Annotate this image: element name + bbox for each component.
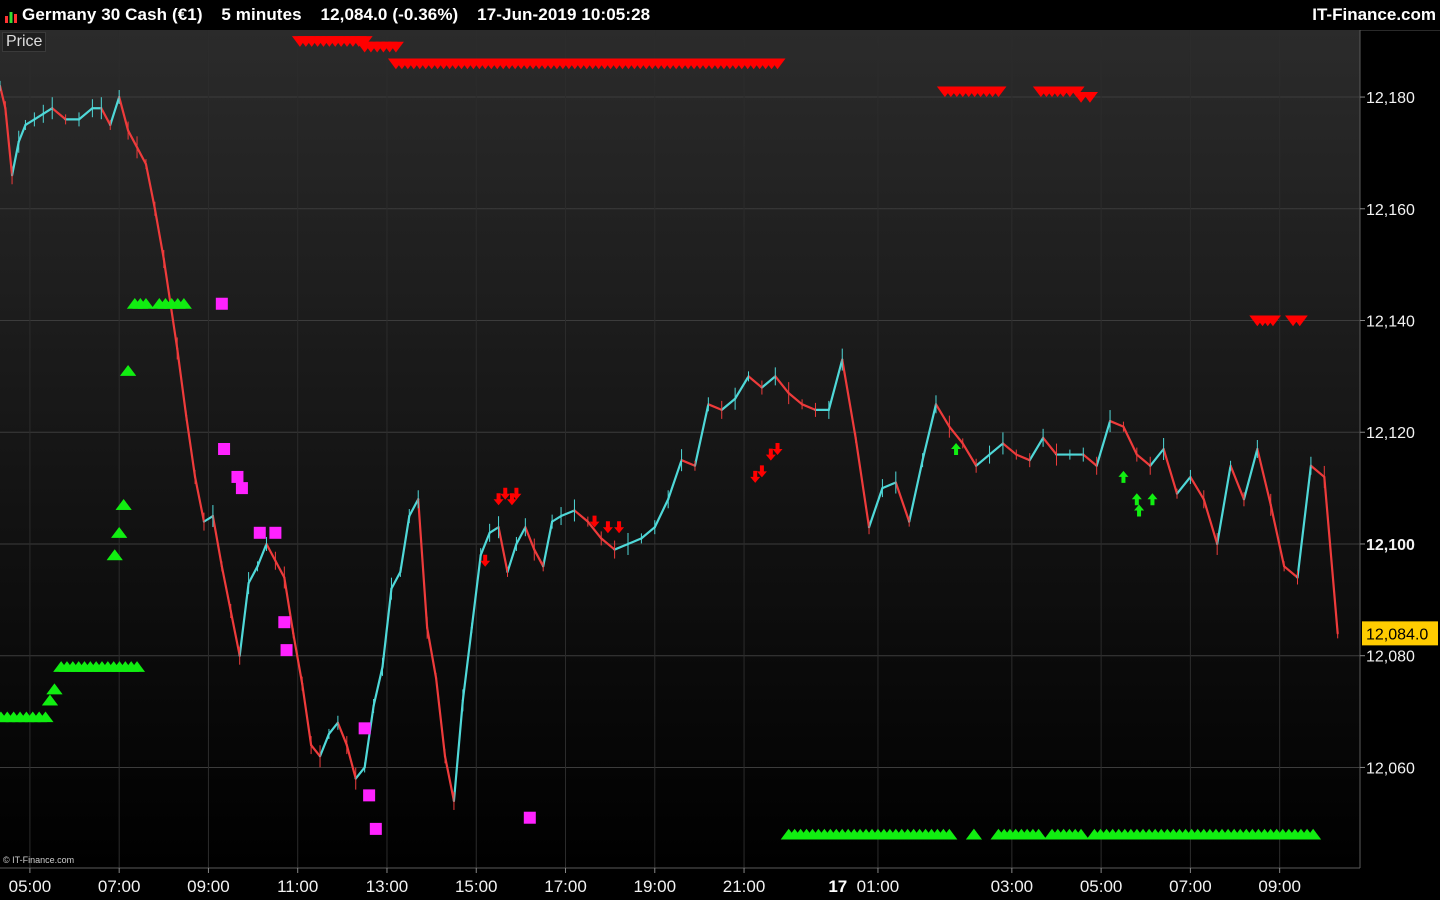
magenta-square-marker (278, 616, 291, 629)
price-change: 12,084.0 (-0.36%) (320, 5, 459, 24)
x-tick-label: 19:00 (634, 877, 677, 896)
magenta-square-marker (253, 526, 266, 539)
x-tick-label: 05:00 (9, 877, 52, 896)
datetime-label: 17-Jun-2019 10:05:28 (477, 5, 651, 24)
title-bar: Germany 30 Cash (€1) 5 minutes 12,084.0 … (0, 0, 1440, 31)
y-tick-label: 12,060 (1366, 760, 1415, 777)
x-tick-label: 17:00 (544, 877, 587, 896)
magenta-square-marker (358, 722, 371, 735)
x-tick-label: 09:00 (187, 877, 230, 896)
x-tick-label: 11:00 (277, 877, 318, 896)
y-tick-label: 12,180 (1366, 90, 1415, 107)
timeframe-label[interactable]: 5 minutes (221, 5, 301, 24)
last-price-label: 12,084.0 (1366, 626, 1428, 643)
y-tick-label: 12,080 (1366, 649, 1415, 666)
magenta-square-marker (218, 443, 231, 455)
x-tick-label: 15:00 (455, 877, 498, 896)
magenta-square-marker (523, 811, 536, 824)
magenta-square-marker (280, 644, 293, 657)
magenta-square-marker (215, 297, 228, 310)
x-tick-label: 21:00 (723, 877, 766, 896)
x-tick-label: 07:00 (98, 877, 141, 896)
bar-chart-icon[interactable] (4, 9, 18, 23)
y-tick-label: 12,160 (1366, 202, 1415, 219)
magenta-square-marker (269, 526, 282, 539)
magenta-square-marker (363, 789, 376, 802)
y-tick-label: 12,120 (1366, 425, 1415, 442)
magenta-square-marker (235, 482, 248, 495)
x-axis[interactable]: 05:00 07:00 09:00 11:00 13:00 15:00 17:00 19:00… (9, 868, 1301, 896)
magenta-square-marker (231, 470, 244, 483)
instrument-name: Germany 30 Cash (€1) (22, 5, 203, 24)
day-marker-label: 17 (828, 877, 847, 896)
price-chart[interactable]: 12,060 12,080 12,100 12,120 12,140 12,160 12,1… (0, 30, 1440, 900)
copyright-label: © IT-Finance.com (3, 855, 75, 865)
x-tick-label: 01:00 (857, 877, 900, 896)
x-tick-label: 07:00 (1169, 877, 1212, 896)
y-tick-label: 12,100 (1366, 537, 1415, 554)
x-tick-label: 09:00 (1258, 877, 1301, 896)
panel-label[interactable]: Price (2, 32, 47, 52)
x-tick-label: 13:00 (366, 877, 409, 896)
plot-area[interactable] (0, 30, 1360, 868)
x-tick-label: 03:00 (991, 877, 1034, 896)
x-tick-label: 05:00 (1080, 877, 1123, 896)
y-tick-label: 12,140 (1366, 314, 1415, 331)
brand-logo: IT-Finance.com (1312, 5, 1436, 24)
magenta-square-marker (369, 822, 382, 835)
y-axis[interactable]: 12,060 12,080 12,100 12,120 12,140 12,160 12,1… (1360, 90, 1438, 777)
